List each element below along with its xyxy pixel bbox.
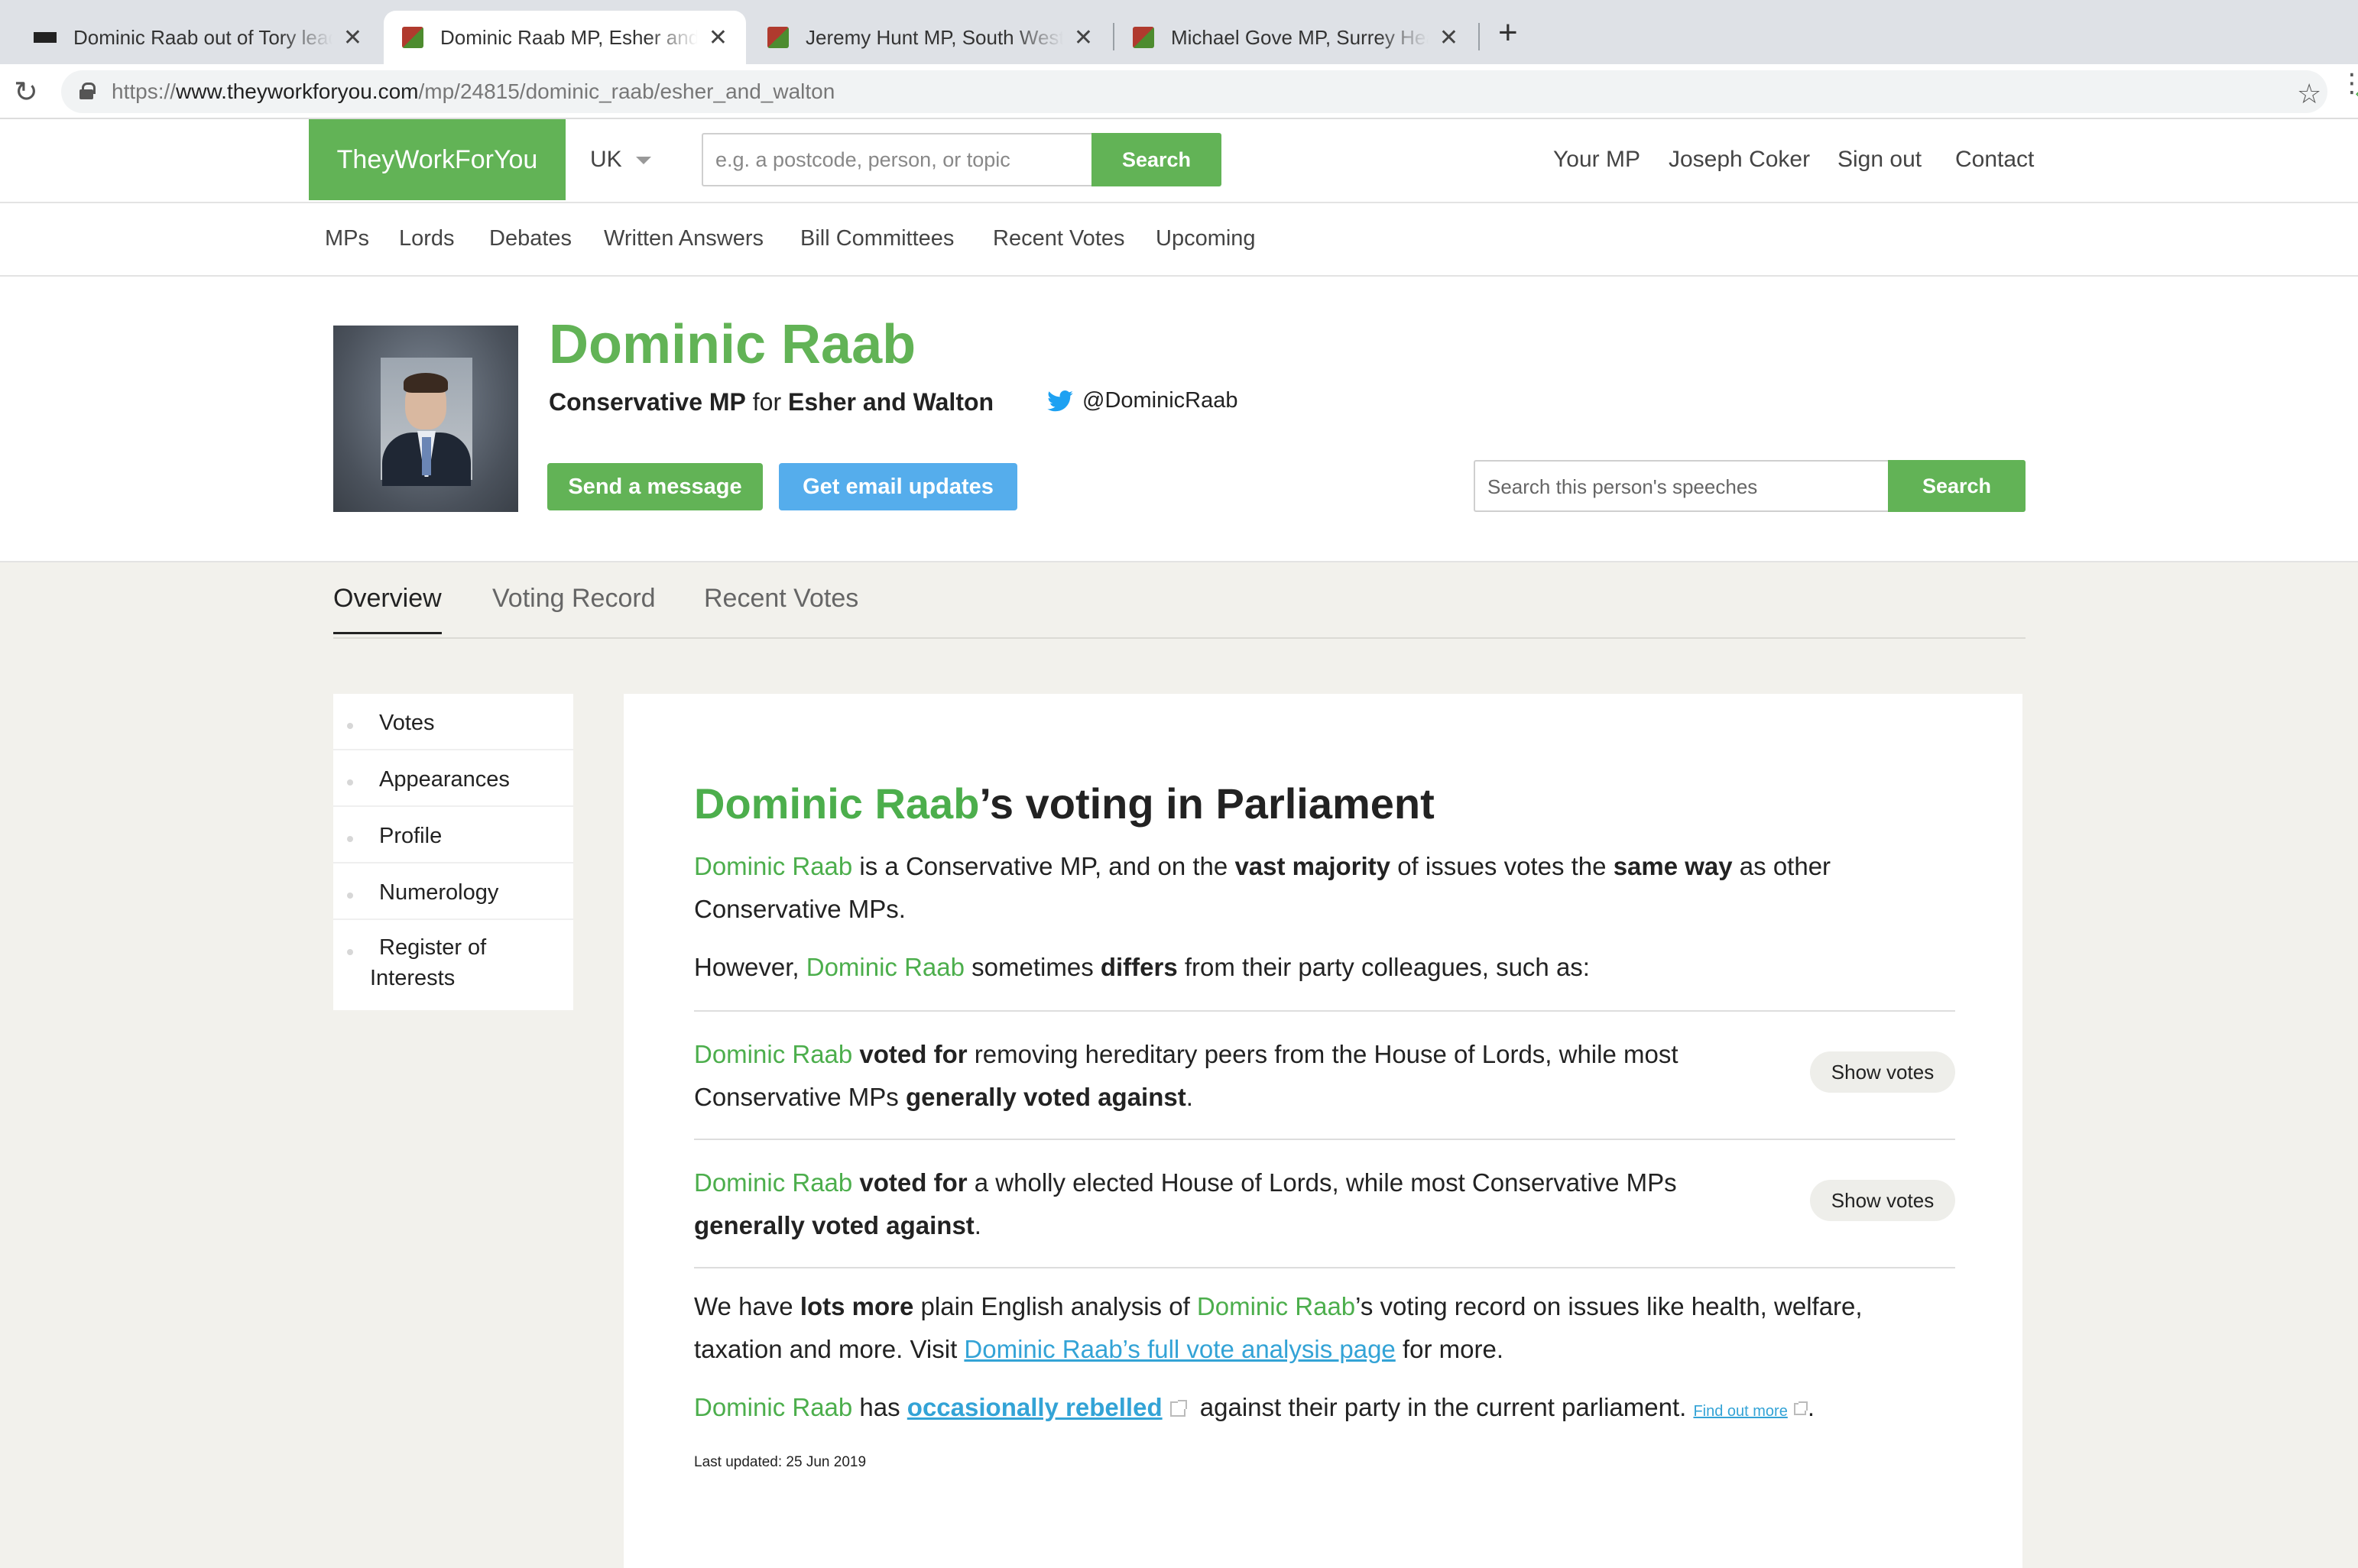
tab-title: Dominic Raab MP, Esher and Walton - They…: [440, 25, 698, 49]
browser-tab-active[interactable]: Dominic Raab MP, Esher and Walton - They…: [384, 11, 746, 64]
browser-tab[interactable]: Michael Gove MP, Surrey Heath - TheyWork…: [1114, 11, 1477, 64]
side-menu-appearances[interactable]: Appearances: [333, 750, 573, 807]
side-menu: Votes Appearances Profile Numerology Reg…: [333, 694, 573, 1010]
nav-debates[interactable]: Debates: [489, 226, 572, 251]
address-bar: ↻ https://www.theyworkforyou.com/mp/2481…: [0, 64, 2358, 119]
last-updated: Last updated: 25 Jun 2019: [694, 1454, 867, 1470]
person-header: Dominic Raab Conservative MP for Esher a…: [0, 277, 2358, 562]
vote-analysis-paragraph: We have lots more plain English analysis…: [694, 1292, 1863, 1363]
rebellion-paragraph: Dominic Raab has occasionally rebelled a…: [694, 1393, 1815, 1421]
url-omnibox[interactable]: https://www.theyworkforyou.com/mp/24815/…: [61, 70, 2358, 113]
browser-tab[interactable]: Dominic Raab out of Tory leadership race…: [15, 11, 381, 64]
url-text[interactable]: https://www.theyworkforyou.com/mp/24815/…: [112, 79, 835, 104]
twitter-bird-icon: [1047, 390, 1073, 411]
speech-search-button[interactable]: Search: [1888, 460, 2026, 512]
nav-mps[interactable]: MPs: [325, 226, 369, 251]
browser-menu-icon[interactable]: ⋮: [2339, 70, 2358, 96]
nav-lords[interactable]: Lords: [399, 226, 455, 251]
nav-written-answers[interactable]: Written Answers: [604, 226, 764, 251]
close-tab-icon[interactable]: ✕: [709, 24, 728, 51]
rebelled-link[interactable]: occasionally rebelled: [907, 1393, 1163, 1421]
site-header: TheyWorkForYou UK e.g. a postcode, perso…: [0, 119, 2358, 203]
differing-vote-text: Dominic Raab voted for a wholly elected …: [694, 1168, 1677, 1239]
region-selector[interactable]: UK: [590, 147, 651, 173]
twfy-favicon-icon: [1133, 27, 1154, 48]
sign-out-link[interactable]: Sign out: [1837, 147, 1922, 173]
profile-tabs: Overview Voting Record Recent Votes: [333, 562, 2026, 639]
show-votes-button[interactable]: Show votes: [1810, 1180, 1955, 1221]
lock-icon: [79, 83, 96, 99]
differing-vote-text: Dominic Raab voted for removing heredita…: [694, 1040, 1678, 1111]
side-menu-register-of-interests[interactable]: Register of Interests: [333, 920, 573, 1006]
speech-search-input[interactable]: Search this person's speeches: [1474, 460, 1888, 512]
divider: [694, 1267, 1955, 1268]
tab-voting-record[interactable]: Voting Record: [492, 584, 656, 632]
twfy-favicon-icon: [402, 27, 423, 48]
mp-role: Conservative MP for Esher and Walton: [549, 388, 994, 416]
mp-portrait: [333, 326, 518, 512]
site-logo[interactable]: TheyWorkForYou: [309, 119, 566, 200]
mp-name: Dominic Raab: [549, 314, 916, 375]
external-link-icon: [1169, 1400, 1187, 1417]
chevron-down-icon: [635, 157, 651, 165]
user-account-link[interactable]: Joseph Coker: [1669, 147, 1810, 173]
send-message-button[interactable]: Send a message: [547, 463, 763, 510]
email-updates-button[interactable]: Get email updates: [779, 463, 1017, 510]
new-tab-plus-icon[interactable]: +: [1498, 14, 1518, 52]
reload-icon[interactable]: ↻: [14, 75, 38, 109]
contact-link[interactable]: Contact: [1955, 147, 2034, 173]
voting-heading: Dominic Raab’s voting in Parliament: [694, 779, 1435, 828]
voting-intro: Dominic Raab is a Conservative MP, and o…: [694, 852, 1831, 923]
bbc-favicon-icon: [34, 32, 57, 43]
twfy-favicon-icon: [767, 27, 789, 48]
your-mp-link[interactable]: Your MP: [1553, 147, 1640, 173]
close-tab-icon[interactable]: ✕: [343, 24, 362, 51]
voting-however: However, Dominic Raab sometimes differs …: [694, 953, 1590, 981]
show-votes-button[interactable]: Show votes: [1810, 1051, 1955, 1093]
close-tab-icon[interactable]: ✕: [1439, 24, 1458, 51]
site-search-button[interactable]: Search: [1091, 133, 1221, 186]
side-menu-votes[interactable]: Votes: [333, 694, 573, 750]
nav-upcoming[interactable]: Upcoming: [1156, 226, 1256, 251]
voting-summary-card: Dominic Raab’s voting in Parliament Domi…: [624, 694, 2022, 1568]
tab-separator: [1478, 23, 1480, 50]
side-menu-profile[interactable]: Profile: [333, 807, 573, 863]
site-search-input[interactable]: e.g. a postcode, person, or topic: [702, 133, 1093, 186]
external-link-icon: [1793, 1401, 1808, 1416]
find-out-more-link[interactable]: Find out more: [1693, 1403, 1787, 1420]
nav-bill-committees[interactable]: Bill Committees: [800, 226, 954, 251]
differing-vote-row: Dominic Raab voted for a wholly elected …: [694, 1140, 1955, 1267]
side-menu-numerology[interactable]: Numerology: [333, 863, 573, 920]
browser-tab-strip: Dominic Raab out of Tory leadership race…: [0, 0, 2358, 64]
tab-recent-votes[interactable]: Recent Votes: [704, 584, 858, 632]
tab-title: Dominic Raab out of Tory leadership race: [73, 25, 332, 49]
nav-recent-votes[interactable]: Recent Votes: [993, 226, 1125, 251]
differing-vote-row: Dominic Raab voted for removing heredita…: [694, 1012, 1955, 1139]
bookmark-star-icon[interactable]: ☆: [2297, 78, 2321, 110]
tab-title: Jeremy Hunt MP, South West Surrey - They…: [806, 25, 1063, 49]
full-vote-analysis-link[interactable]: Dominic Raab’s full vote analysis page: [964, 1335, 1395, 1363]
content-area: Overview Voting Record Recent Votes Vote…: [0, 562, 2358, 1568]
tab-title: Michael Gove MP, Surrey Heath - TheyWork…: [1171, 25, 1429, 49]
tab-overview[interactable]: Overview: [333, 584, 442, 634]
browser-tab[interactable]: Jeremy Hunt MP, South West Surrey - They…: [749, 11, 1111, 64]
main-nav: MPs Lords Debates Written Answers Bill C…: [0, 203, 2358, 277]
close-tab-icon[interactable]: ✕: [1074, 24, 1093, 51]
twitter-link[interactable]: @DominicRaab: [1047, 388, 1238, 413]
